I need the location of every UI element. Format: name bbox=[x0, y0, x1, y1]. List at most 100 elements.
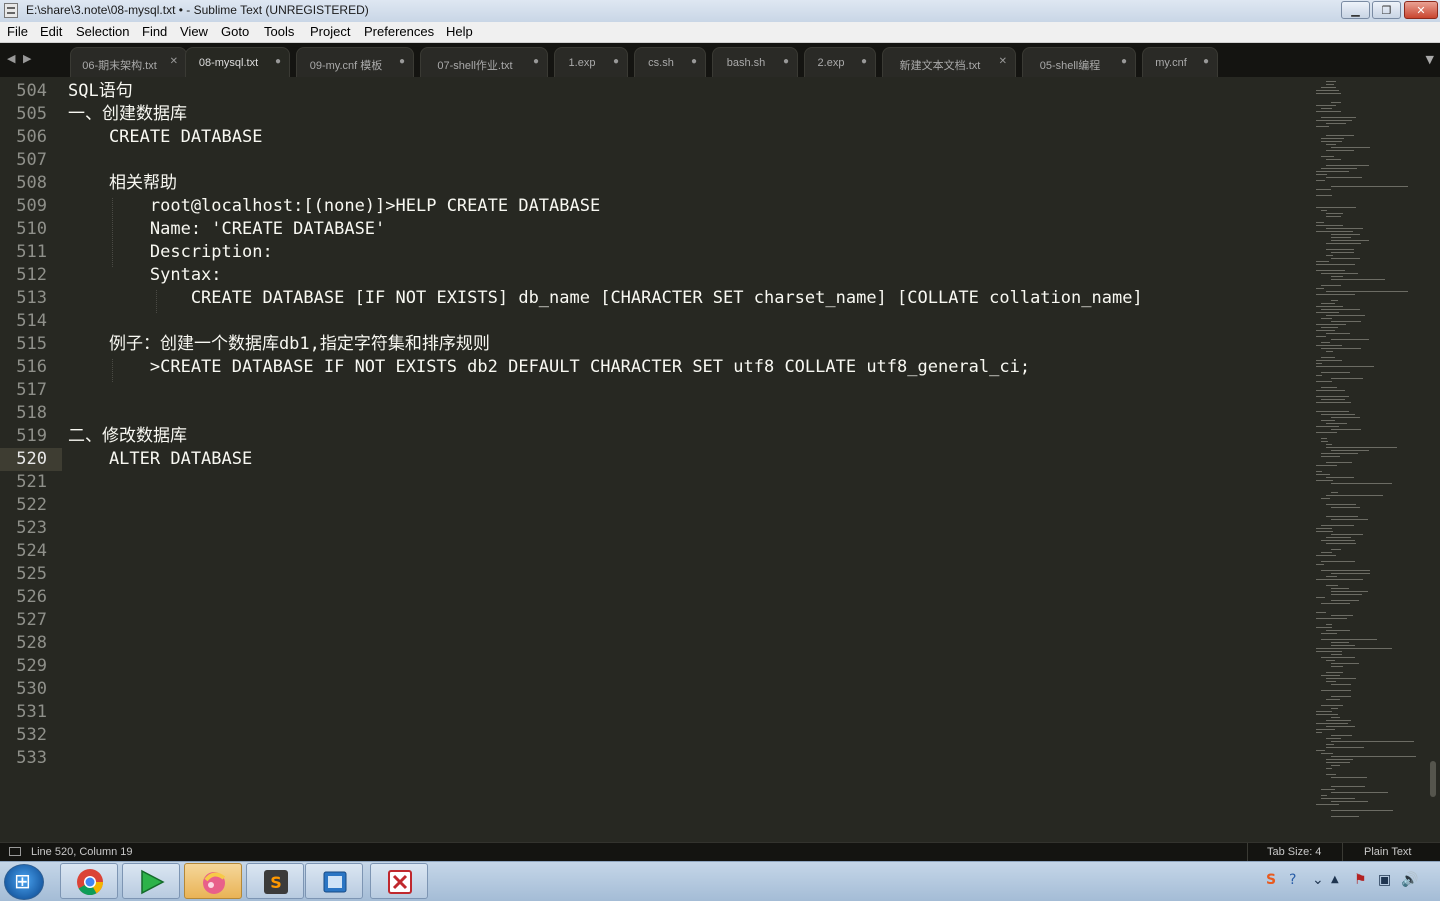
tab-label: 09-my.cnf 模板 bbox=[309, 60, 383, 72]
tab-06-final-architecture[interactable]: 06-期末架构.txt ✕ bbox=[70, 47, 187, 77]
minimap-line bbox=[1316, 732, 1322, 733]
menu-goto[interactable]: Goto bbox=[221, 24, 249, 39]
menu-tools[interactable]: Tools bbox=[264, 24, 294, 39]
minimap-line bbox=[1321, 141, 1342, 142]
code-line[interactable]: CREATE DATABASE bbox=[68, 126, 263, 149]
network-icon[interactable]: ▣ bbox=[1378, 872, 1391, 888]
tab-close-icon[interactable]: ✕ bbox=[999, 56, 1007, 67]
minimap-line bbox=[1326, 228, 1363, 229]
tab-new-text-document[interactable]: 新建文本文档.txt ✕ bbox=[882, 47, 1016, 77]
tab-05-shell-programming[interactable]: 05-shell编程 ● bbox=[1022, 47, 1136, 77]
code-line[interactable]: >CREATE DATABASE IF NOT EXISTS db2 DEFAU… bbox=[68, 356, 1030, 379]
tab-2-exp[interactable]: 2.exp ● bbox=[804, 47, 876, 77]
panel-toggle-icon[interactable] bbox=[9, 847, 21, 856]
help-icon[interactable]: ? bbox=[1289, 872, 1296, 888]
tab-modified-dot-icon[interactable]: ● bbox=[399, 56, 405, 67]
taskbar-paint[interactable] bbox=[184, 863, 242, 899]
menu-help[interactable]: Help bbox=[446, 24, 473, 39]
volume-icon[interactable]: 🔊 bbox=[1401, 872, 1418, 888]
minimap-line bbox=[1326, 444, 1332, 445]
maximize-button[interactable]: ❐ bbox=[1372, 1, 1401, 19]
tab-modified-dot-icon[interactable]: ● bbox=[533, 56, 539, 67]
tab-bash-sh[interactable]: bash.sh ● bbox=[712, 47, 798, 77]
tab-label: 08-mysql.txt bbox=[198, 57, 259, 69]
tab-modified-dot-icon[interactable]: ● bbox=[1203, 56, 1209, 67]
minimap-line bbox=[1316, 471, 1322, 472]
minimap-line bbox=[1321, 603, 1350, 604]
tab-07-shell-homework[interactable]: 07-shell作业.txt ● bbox=[420, 47, 548, 77]
minimap-line bbox=[1326, 516, 1358, 517]
taskbar-xshell[interactable] bbox=[370, 863, 428, 899]
tab-modified-dot-icon[interactable]: ● bbox=[613, 56, 619, 67]
minimap-line bbox=[1316, 93, 1341, 94]
minimap-line bbox=[1331, 741, 1414, 742]
line-number: 526 bbox=[16, 587, 47, 607]
minimap-line bbox=[1321, 309, 1360, 310]
tab-scroll-left-icon[interactable]: ◀ bbox=[7, 52, 15, 65]
line-number: 506 bbox=[16, 127, 47, 147]
menu-project[interactable]: Project bbox=[310, 24, 350, 39]
line-number: 523 bbox=[16, 518, 47, 538]
show-hidden-icons[interactable]: ▲ bbox=[1331, 874, 1339, 885]
tab-modified-dot-icon[interactable]: ● bbox=[691, 56, 697, 67]
minimize-button[interactable]: ▁ bbox=[1341, 1, 1370, 19]
tab-modified-dot-icon[interactable]: ● bbox=[275, 56, 281, 67]
tab-cs-sh[interactable]: cs.sh ● bbox=[634, 47, 706, 77]
minimap-line bbox=[1326, 759, 1353, 760]
minimap-line bbox=[1321, 138, 1344, 139]
code-line[interactable]: SQL语句 bbox=[68, 80, 133, 103]
menu-find[interactable]: Find bbox=[142, 24, 167, 39]
menu-selection[interactable]: Selection bbox=[76, 24, 129, 39]
tab-modified-dot-icon[interactable]: ● bbox=[861, 56, 867, 67]
close-button[interactable]: ✕ bbox=[1404, 1, 1438, 19]
tab-size-indicator[interactable]: Tab Size: 4 bbox=[1267, 846, 1321, 858]
taskbar-chrome[interactable] bbox=[60, 863, 118, 899]
code-line[interactable]: root@localhost:[(none)]>HELP CREATE DATA… bbox=[68, 195, 600, 218]
code-line[interactable]: Description: bbox=[68, 241, 273, 264]
menu-file[interactable]: File bbox=[7, 24, 28, 39]
line-number: 521 bbox=[16, 472, 47, 492]
taskbar-sublime-text[interactable]: S bbox=[246, 863, 304, 899]
tab-modified-dot-icon[interactable]: ● bbox=[783, 56, 789, 67]
tab-08-mysql[interactable]: 08-mysql.txt ● bbox=[185, 47, 290, 77]
syntax-indicator[interactable]: Plain Text bbox=[1364, 846, 1412, 858]
tab-close-icon[interactable]: ✕ bbox=[170, 56, 178, 67]
editor-text-area[interactable]: 504 SQL语句 505 一、创建数据库 506 CREATE DATABASE 507… bbox=[0, 77, 1312, 842]
code-line[interactable]: Name: 'CREATE DATABASE' bbox=[68, 218, 385, 241]
code-line[interactable]: 一、创建数据库 bbox=[68, 103, 187, 126]
minimap-line bbox=[1331, 378, 1363, 379]
code-line[interactable]: Syntax: bbox=[68, 264, 222, 287]
minimap-line bbox=[1331, 666, 1343, 667]
tab-1-exp[interactable]: 1.exp ● bbox=[554, 47, 628, 77]
menu-edit[interactable]: Edit bbox=[40, 24, 62, 39]
tab-my-cnf[interactable]: my.cnf ● bbox=[1142, 47, 1218, 77]
minimap-line bbox=[1316, 207, 1356, 208]
minimap-line bbox=[1321, 570, 1370, 571]
vertical-scrollbar[interactable] bbox=[1428, 77, 1440, 842]
minimap-line bbox=[1331, 507, 1360, 508]
minimap-line bbox=[1326, 159, 1341, 160]
tray-more-icon[interactable]: ⌄ bbox=[1312, 872, 1324, 888]
minimap[interactable] bbox=[1312, 77, 1428, 842]
start-button-icon[interactable] bbox=[4, 864, 44, 900]
minimap-line bbox=[1331, 792, 1388, 793]
menu-preferences[interactable]: Preferences bbox=[364, 24, 434, 39]
menu-view[interactable]: View bbox=[180, 24, 208, 39]
tab-modified-dot-icon[interactable]: ● bbox=[1121, 56, 1127, 67]
minimap-line bbox=[1321, 387, 1337, 388]
minimap-line bbox=[1331, 735, 1352, 736]
action-center-icon[interactable]: ⚑ bbox=[1354, 872, 1367, 888]
code-line[interactable]: 相关帮助 bbox=[68, 172, 177, 195]
scrollbar-thumb[interactable] bbox=[1430, 761, 1436, 797]
input-method-icon[interactable]: S bbox=[1266, 872, 1276, 888]
code-line[interactable]: 二、修改数据库 bbox=[68, 425, 187, 448]
taskbar-virtualbox[interactable] bbox=[305, 863, 363, 899]
code-line[interactable]: CREATE DATABASE [IF NOT EXISTS] db_name … bbox=[68, 287, 1143, 310]
taskbar-media-player[interactable] bbox=[122, 863, 180, 899]
tab-scroll-right-icon[interactable]: ▶ bbox=[23, 52, 31, 65]
minimap-line bbox=[1326, 576, 1337, 577]
code-line[interactable]: ALTER DATABASE bbox=[68, 448, 252, 471]
code-line[interactable]: 例子：创建一个数据库db1,指定字符集和排序规则 bbox=[68, 333, 490, 356]
tab-list-dropdown-icon[interactable]: ▼ bbox=[1426, 53, 1434, 66]
tab-09-mycnf-template[interactable]: 09-my.cnf 模板 ● bbox=[296, 47, 414, 77]
